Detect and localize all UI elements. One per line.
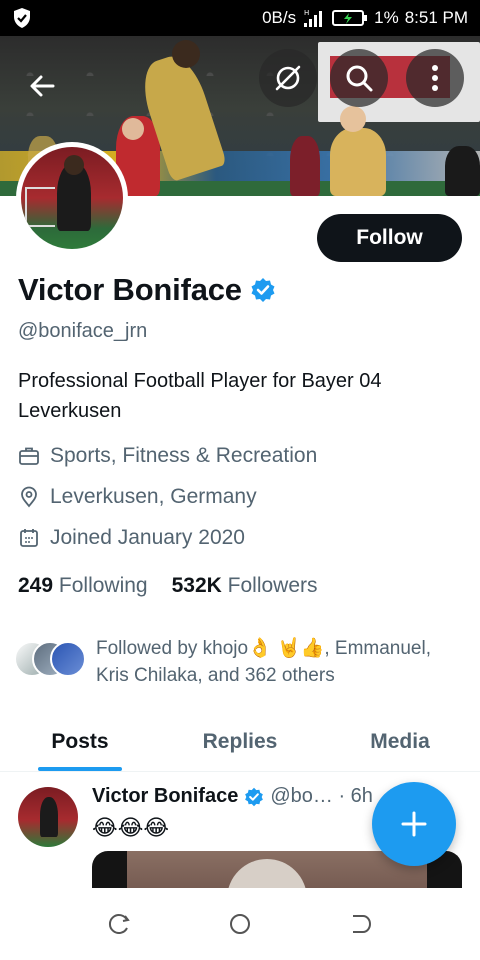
tweet-header: Victor Boniface @bo… · 6h — [92, 785, 373, 808]
more-button[interactable] — [406, 49, 464, 107]
plus-icon — [401, 811, 427, 837]
svg-text:H: H — [304, 9, 309, 17]
tweet-handle-time: @bo… · 6h — [270, 785, 373, 807]
home-button[interactable] — [216, 900, 264, 948]
joined-text: Joined January 2020 — [50, 526, 245, 549]
profile-bio: Professional Football Player for Bayer 0… — [18, 370, 382, 422]
tab-replies-label: Replies — [202, 729, 278, 753]
back-button[interactable] — [18, 62, 66, 110]
briefcase-icon — [19, 447, 39, 465]
followers-label: Followers — [227, 574, 318, 597]
tab-posts[interactable]: Posts — [0, 712, 160, 771]
followers-link[interactable]: 532K Followers — [172, 574, 318, 598]
home-icon — [230, 914, 250, 934]
more-vertical-icon — [432, 65, 438, 91]
active-tab-indicator — [38, 767, 122, 771]
shield-icon — [14, 8, 30, 28]
follower-avatars — [14, 641, 86, 681]
signal-icon: H — [304, 9, 323, 27]
following-link[interactable]: 249 Following — [18, 574, 148, 598]
profile-category: Sports, Fitness & Recreation — [18, 444, 317, 468]
battery-charging-icon — [332, 8, 368, 28]
follow-button[interactable]: Follow — [317, 214, 462, 262]
back-icon — [353, 915, 371, 933]
profile-avatar[interactable] — [16, 142, 128, 254]
follow-counts: 249 Following 532K Followers — [18, 574, 318, 598]
following-label: Following — [58, 574, 148, 597]
profile-location: Leverkusen, Germany — [18, 485, 257, 509]
verified-badge-icon[interactable] — [250, 277, 276, 303]
tab-media-label: Media — [370, 729, 430, 753]
battery-percent: 1% — [374, 8, 399, 27]
tweet-text: 😂😂😂 — [92, 815, 170, 840]
verified-badge-icon — [245, 787, 264, 806]
followed-by-section[interactable]: Followed by khojo👌 🤘👍, Emmanuel, Kris Ch… — [14, 635, 456, 689]
location-pin-icon — [21, 486, 37, 508]
tweet-author-name[interactable]: Victor Boniface — [92, 785, 238, 808]
arrow-left-icon — [30, 75, 55, 97]
clock: 8:51 PM — [404, 8, 468, 27]
following-count: 249 — [18, 574, 54, 597]
profile-tabs: Posts Replies Media — [0, 712, 480, 772]
followers-count: 532K — [171, 574, 222, 597]
system-back-button[interactable] — [336, 900, 384, 948]
profile-joined: Joined January 2020 — [18, 526, 245, 550]
profile-name-row: Victor Boniface — [18, 272, 276, 308]
followed-by-text: Followed by khojo👌 🤘👍, Emmanuel, Kris Ch… — [96, 638, 431, 686]
category-text: Sports, Fitness & Recreation — [50, 444, 318, 467]
recent-apps-button[interactable] — [96, 900, 144, 948]
search-icon — [346, 65, 373, 92]
search-button[interactable] — [330, 49, 388, 107]
network-speed: 0B/s — [262, 8, 297, 27]
profile-name: Victor Boniface — [18, 272, 242, 307]
tweet-avatar[interactable] — [18, 787, 78, 847]
tab-media[interactable]: Media — [320, 712, 480, 771]
recent-apps-icon — [108, 914, 130, 934]
tab-replies[interactable]: Replies — [160, 712, 320, 771]
profile-handle: @boniface_jrn — [18, 320, 148, 342]
compose-button[interactable] — [372, 782, 456, 866]
status-bar: 0B/s H 1% 8:51 PM — [0, 0, 480, 36]
avatar — [50, 641, 86, 677]
location-text: Leverkusen, Germany — [50, 485, 257, 508]
grok-button[interactable] — [259, 49, 317, 107]
grok-icon — [275, 65, 301, 91]
calendar-icon — [20, 529, 38, 547]
tab-posts-label: Posts — [51, 729, 109, 753]
system-nav-bar — [0, 888, 480, 960]
